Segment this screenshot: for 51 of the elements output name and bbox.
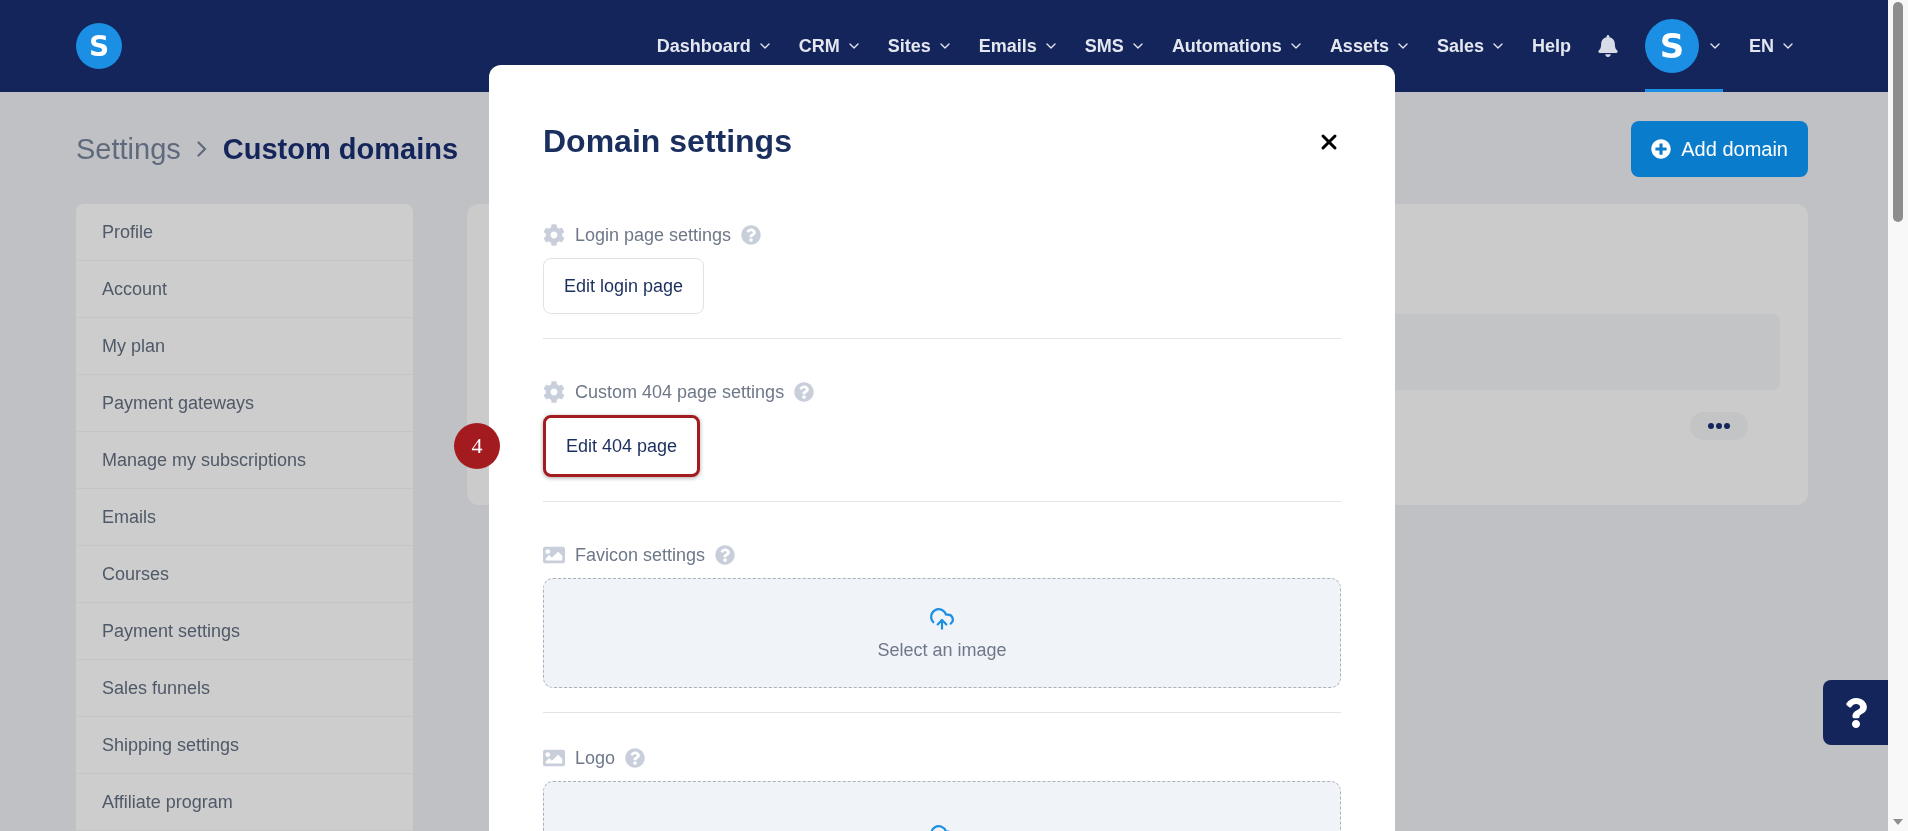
more-button[interactable] [1690, 412, 1748, 440]
step-marker: 4 [454, 423, 500, 469]
help-button[interactable] [1823, 680, 1888, 745]
nav-menu-item[interactable]: Dashboard [656, 35, 773, 57]
notification-icon[interactable] [1597, 35, 1619, 57]
sidebar-item[interactable]: Account [76, 261, 413, 318]
scrollbar[interactable] [1888, 0, 1908, 831]
help-icon[interactable] [625, 748, 646, 768]
help-icon[interactable] [794, 382, 815, 402]
nav-menu-item[interactable]: Sales [1436, 35, 1506, 57]
nav-menu-item[interactable]: CRM [798, 35, 862, 57]
sidebar-item[interactable]: Manage my subscriptions [76, 432, 413, 489]
upload-icon [929, 605, 955, 632]
nav-menu-item[interactable]: SMS [1084, 35, 1146, 57]
image-dropzone[interactable]: Select an image [543, 578, 1341, 688]
sidebar-item[interactable]: Payment settings [76, 603, 413, 660]
nav-menu-item[interactable]: Help [1531, 35, 1571, 57]
breadcrumb-link[interactable]: Settings [76, 132, 181, 166]
section-label: Login page settings [575, 224, 732, 246]
nav-menu-item[interactable]: Sites [887, 35, 953, 57]
more-icon [1708, 423, 1730, 429]
language-menu[interactable]: EN [1749, 35, 1796, 57]
nav-menu-item[interactable]: Automations [1171, 35, 1304, 57]
gear-icon [543, 381, 565, 403]
image-icon [543, 544, 565, 566]
sidebar-item[interactable]: Payment gateways [76, 375, 413, 432]
breadcrumb-separator-icon [196, 141, 207, 157]
nav-menu-item[interactable]: Emails [978, 35, 1059, 57]
sidebar-item[interactable]: Sales funnels [76, 660, 413, 717]
section-label: Favicon settings [575, 544, 706, 566]
section-label: Custom 404 page settings [575, 381, 785, 403]
edit-button[interactable]: Edit login page [543, 258, 705, 314]
image-icon [543, 747, 565, 769]
sidebar-item[interactable]: Courses [76, 546, 413, 603]
section-label: Logo [575, 747, 616, 769]
avatar: S [1645, 19, 1699, 73]
gear-icon [543, 224, 565, 246]
help-icon[interactable] [741, 225, 762, 245]
app-logo[interactable]: S [76, 23, 122, 69]
sidebar-item[interactable]: Shipping settings [76, 717, 413, 774]
page-title: Custom domains [222, 132, 459, 166]
sidebar-item[interactable]: Affiliate program [76, 774, 413, 831]
sidebar-item[interactable]: My plan [76, 318, 413, 375]
help-icon[interactable] [715, 545, 736, 565]
user-avatar-menu[interactable]: S [1645, 0, 1723, 92]
plus-icon [1651, 139, 1672, 159]
sidebar-item[interactable]: Profile [76, 204, 413, 261]
nav-menu-item[interactable]: Assets [1329, 35, 1411, 57]
dialog-title: Domain settings [543, 123, 792, 160]
add-domain-button[interactable]: Add domain [1631, 121, 1808, 177]
sidebar-item[interactable]: Emails [76, 489, 413, 546]
